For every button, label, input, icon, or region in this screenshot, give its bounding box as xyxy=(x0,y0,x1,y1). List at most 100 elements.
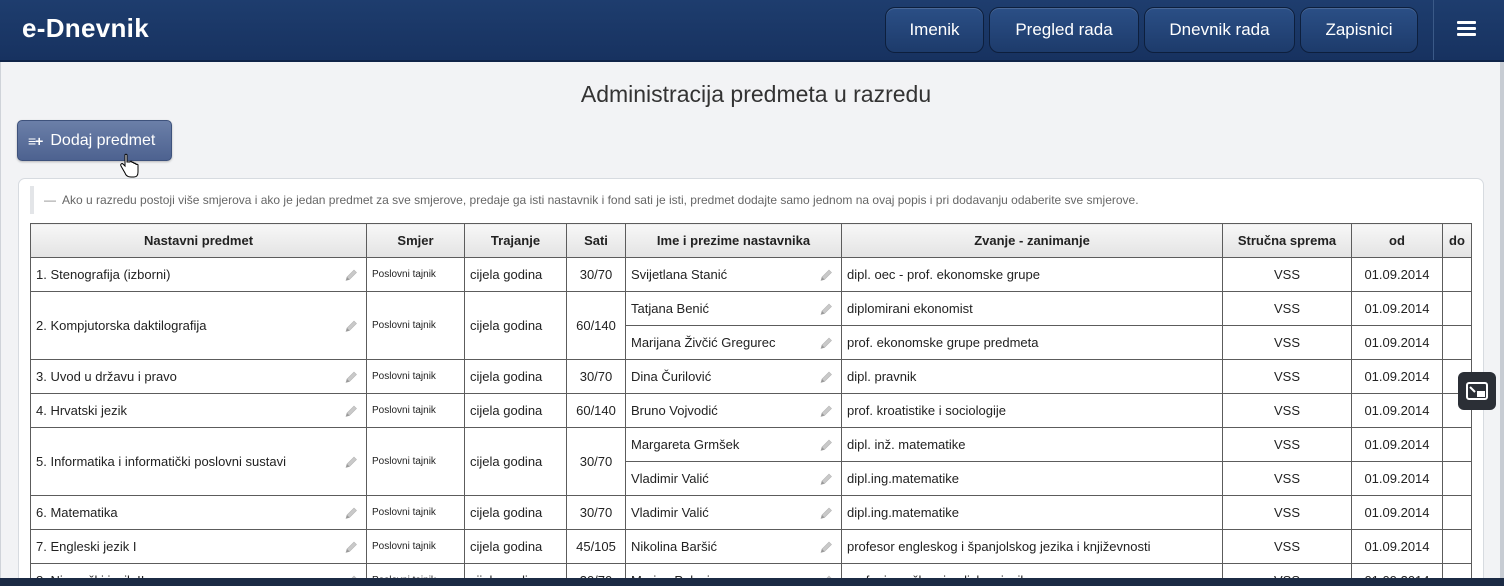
hamburger-icon[interactable] xyxy=(1457,21,1476,37)
trajanje-cell: cijela godina xyxy=(464,291,567,360)
zvanje-cell: dipl. pravnik xyxy=(841,359,1223,394)
subject-cell: 7. Engleski jezik I xyxy=(30,529,367,564)
subject-name: 3. Uvod u državu i pravo xyxy=(36,369,177,384)
nav-zapisnici-button[interactable]: Zapisnici xyxy=(1300,7,1418,53)
add-subject-button[interactable]: ≡+ Dodaj predmet xyxy=(17,120,172,161)
teacher-cell: Vladimir Valić xyxy=(625,461,842,496)
trajanje-cell: cijela godina xyxy=(464,427,567,496)
do-cell xyxy=(1442,529,1472,564)
sati-cell: 60/140 xyxy=(566,393,626,428)
nav-pregled-rada-button[interactable]: Pregled rada xyxy=(989,7,1139,53)
subject-cell: 1. Stenografija (izborni) xyxy=(30,257,367,292)
scrollbar-track[interactable] xyxy=(1500,62,1504,586)
subject-name: 6. Matematika xyxy=(36,505,118,520)
picture-in-picture-button[interactable] xyxy=(1458,372,1496,410)
col-header-nastavnik[interactable]: Ime i prezime nastavnika xyxy=(625,223,842,258)
od-cell: 01.09.2014 xyxy=(1351,325,1443,360)
edit-teacher-pencil-icon[interactable] xyxy=(820,438,833,451)
info-note-text: Ako u razredu postoji više smjerova i ak… xyxy=(62,193,1139,207)
nav-imenik-button[interactable]: Imenik xyxy=(885,7,984,53)
edit-teacher-pencil-icon[interactable] xyxy=(820,302,833,315)
edit-teacher-pencil-icon[interactable] xyxy=(820,506,833,519)
teacher-name: Dina Čurilović xyxy=(631,369,712,384)
sati-cell: 30/70 xyxy=(566,495,626,530)
do-cell xyxy=(1442,461,1472,496)
od-cell: 01.09.2014 xyxy=(1351,393,1443,428)
subject-cell: 4. Hrvatski jezik xyxy=(30,393,367,428)
hand-cursor-icon xyxy=(120,153,139,178)
sati-cell: 60/140 xyxy=(566,291,626,360)
info-note: — Ako u razredu postoji više smjerova i … xyxy=(30,186,1139,214)
col-header-predmet[interactable]: Nastavni predmet xyxy=(30,223,367,258)
col-header-sprema[interactable]: Stručna sprema xyxy=(1222,223,1352,258)
sprema-cell: VSS xyxy=(1222,461,1352,496)
table-row: 4. Hrvatski jezik Poslovni tajnik cijela g… xyxy=(30,393,1472,428)
od-cell: 01.09.2014 xyxy=(1351,427,1443,462)
subject-cell: 3. Uvod u državu i pravo xyxy=(30,359,367,394)
teacher-name: Nikolina Baršić xyxy=(631,539,717,554)
zvanje-cell: dipl. oec - prof. ekonomske grupe xyxy=(841,257,1223,292)
edit-subject-pencil-icon[interactable] xyxy=(345,370,358,383)
od-cell: 01.09.2014 xyxy=(1351,359,1443,394)
edit-subject-pencil-icon[interactable] xyxy=(345,319,358,332)
subject-name: 2. Kompjutorska daktilografija xyxy=(36,318,207,333)
sati-cell: 30/70 xyxy=(566,359,626,394)
subject-cell: 6. Matematika xyxy=(30,495,367,530)
smjer-cell: Poslovni tajnik xyxy=(366,529,465,564)
od-cell: 01.09.2014 xyxy=(1351,529,1443,564)
do-cell xyxy=(1442,257,1472,292)
sprema-cell: VSS xyxy=(1222,393,1352,428)
col-header-smjer[interactable]: Smjer xyxy=(366,223,465,258)
teacher-cell: Marijana Živčić Gregurec xyxy=(625,325,842,360)
teacher-name: Svijetlana Stanić xyxy=(631,267,728,282)
teacher-name: Margareta Grmšek xyxy=(631,437,740,452)
sprema-cell: VSS xyxy=(1222,325,1352,360)
edit-subject-pencil-icon[interactable] xyxy=(345,540,358,553)
edit-teacher-pencil-icon[interactable] xyxy=(820,472,833,485)
nav-dnevnik-rada-button[interactable]: Dnevnik rada xyxy=(1144,7,1295,53)
teacher-cell: Margareta Grmšek xyxy=(625,427,842,462)
zvanje-cell: dipl.ing.matematike xyxy=(841,461,1223,496)
col-header-trajanje[interactable]: Trajanje xyxy=(464,223,567,258)
table-header-row: Nastavni predmet Smjer Trajanje Sati Ime… xyxy=(30,223,1472,258)
zvanje-cell: dipl. inž. matematike xyxy=(841,427,1223,462)
edit-teacher-pencil-icon[interactable] xyxy=(820,540,833,553)
od-cell: 01.09.2014 xyxy=(1351,291,1443,326)
top-navbar: e-Dnevnik Imenik Pregled rada Dnevnik ra… xyxy=(0,0,1504,62)
trajanje-cell: cijela godina xyxy=(464,359,567,394)
edit-teacher-pencil-icon[interactable] xyxy=(820,336,833,349)
zvanje-cell: prof. kroatistike i sociologije xyxy=(841,393,1223,428)
sprema-cell: VSS xyxy=(1222,359,1352,394)
edit-subject-pencil-icon[interactable] xyxy=(345,455,358,468)
edit-teacher-pencil-icon[interactable] xyxy=(820,404,833,417)
smjer-cell: Poslovni tajnik xyxy=(366,291,465,360)
teacher-name: Bruno Vojvodić xyxy=(631,403,718,418)
table-row: 7. Engleski jezik I Poslovni tajnik cijela… xyxy=(30,529,1472,564)
table-body: 1. Stenografija (izborni) Poslovni tajnik… xyxy=(30,257,1472,586)
table-row: 3. Uvod u državu i pravo Poslovni tajnik c… xyxy=(30,359,1472,394)
teacher-cell: Vladimir Valić xyxy=(625,495,842,530)
col-header-sati[interactable]: Sati xyxy=(566,223,626,258)
col-header-do[interactable]: do xyxy=(1442,223,1472,258)
trajanje-cell: cijela godina xyxy=(464,393,567,428)
teacher-name: Tatjana Benić xyxy=(631,301,710,316)
trajanje-cell: cijela godina xyxy=(464,529,567,564)
sprema-cell: VSS xyxy=(1222,291,1352,326)
edit-teacher-pencil-icon[interactable] xyxy=(820,268,833,281)
do-cell xyxy=(1442,325,1472,360)
edit-subject-pencil-icon[interactable] xyxy=(345,404,358,417)
teacher-cell: Tatjana Benić xyxy=(625,291,842,326)
smjer-cell: Poslovni tajnik xyxy=(366,427,465,496)
teacher-cell: Dina Čurilović xyxy=(625,359,842,394)
subject-name: 1. Stenografija (izborni) xyxy=(36,267,171,282)
smjer-cell: Poslovni tajnik xyxy=(366,495,465,530)
col-header-od[interactable]: od xyxy=(1351,223,1443,258)
edit-subject-pencil-icon[interactable] xyxy=(345,268,358,281)
sati-cell: 45/105 xyxy=(566,529,626,564)
trajanje-cell: cijela godina xyxy=(464,495,567,530)
app-brand[interactable]: e-Dnevnik xyxy=(22,13,149,44)
zvanje-cell: diplomirani ekonomist xyxy=(841,291,1223,326)
edit-teacher-pencil-icon[interactable] xyxy=(820,370,833,383)
edit-subject-pencil-icon[interactable] xyxy=(345,506,358,519)
col-header-zvanje[interactable]: Zvanje - zanimanje xyxy=(841,223,1223,258)
